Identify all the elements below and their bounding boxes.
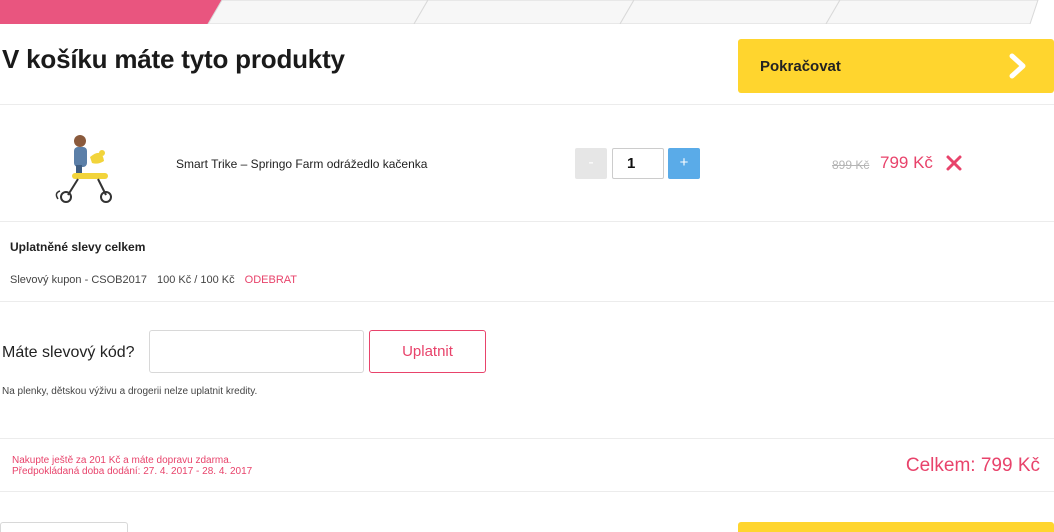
continue-button-bottom[interactable] [738, 522, 1054, 532]
product-name[interactable]: Smart Trike – Springo Farm odrážedlo kač… [176, 157, 427, 171]
discount-amount: 100 Kč / 100 Kč [156, 274, 235, 286]
discount-name: Slevový kupon - CSOB2017 [10, 274, 147, 286]
continue-button[interactable]: Pokračovat [738, 39, 1054, 93]
step-3 [413, 0, 635, 24]
shipping-info: Nakupte ještě za 201 Kč a máte dopravu z… [12, 455, 252, 477]
quantity-decrease-button[interactable]: - [575, 148, 607, 179]
quantity-input[interactable]: 1 [612, 148, 664, 179]
discounts-title: Uplatněné slevy celkem [10, 240, 146, 254]
quantity-increase-button[interactable]: + [668, 148, 700, 179]
continue-button-label: Pokračovat [760, 57, 841, 75]
product-image[interactable] [52, 127, 118, 207]
step-2 [207, 0, 429, 24]
back-button[interactable] [0, 522, 128, 532]
step-4 [619, 0, 841, 24]
coupon-note: Na plenky, dětskou výživu a drogerii nel… [2, 386, 258, 397]
delivery-estimate: Předpokládaná doba dodání: 27. 4. 2017 -… [12, 466, 253, 477]
free-shipping-note: Nakupte ještě za 201 Kč a máte dopravu z… [12, 455, 232, 466]
old-price: 899 Kč [832, 158, 870, 172]
coupon-label: Máte slevový kód? [2, 344, 135, 361]
coupon-input[interactable] [149, 330, 364, 373]
step-5 [825, 0, 1039, 24]
discount-item: Slevový kupon - CSOB2017 100 Kč / 100 Kč… [10, 274, 297, 286]
order-summary: Nakupte ještě za 201 Kč a máte dopravu z… [0, 438, 1054, 492]
apply-coupon-button[interactable]: Uplatnit [369, 330, 486, 373]
current-price: 799 Kč [880, 153, 933, 172]
close-icon[interactable] [945, 154, 963, 172]
discount-remove-link[interactable]: ODEBRAT [245, 274, 297, 286]
applied-discounts: Uplatněné slevy celkem Slevový kupon - C… [0, 224, 1054, 302]
chevron-right-icon [1009, 53, 1026, 79]
step-active [0, 0, 222, 24]
cart-item: Smart Trike – Springo Farm odrážedlo kač… [0, 104, 1054, 222]
page-title: V košíku máte tyto produkty [2, 44, 345, 74]
order-total: Celkem: 799 Kč [905, 455, 1040, 476]
checkout-steps [0, 0, 1054, 24]
